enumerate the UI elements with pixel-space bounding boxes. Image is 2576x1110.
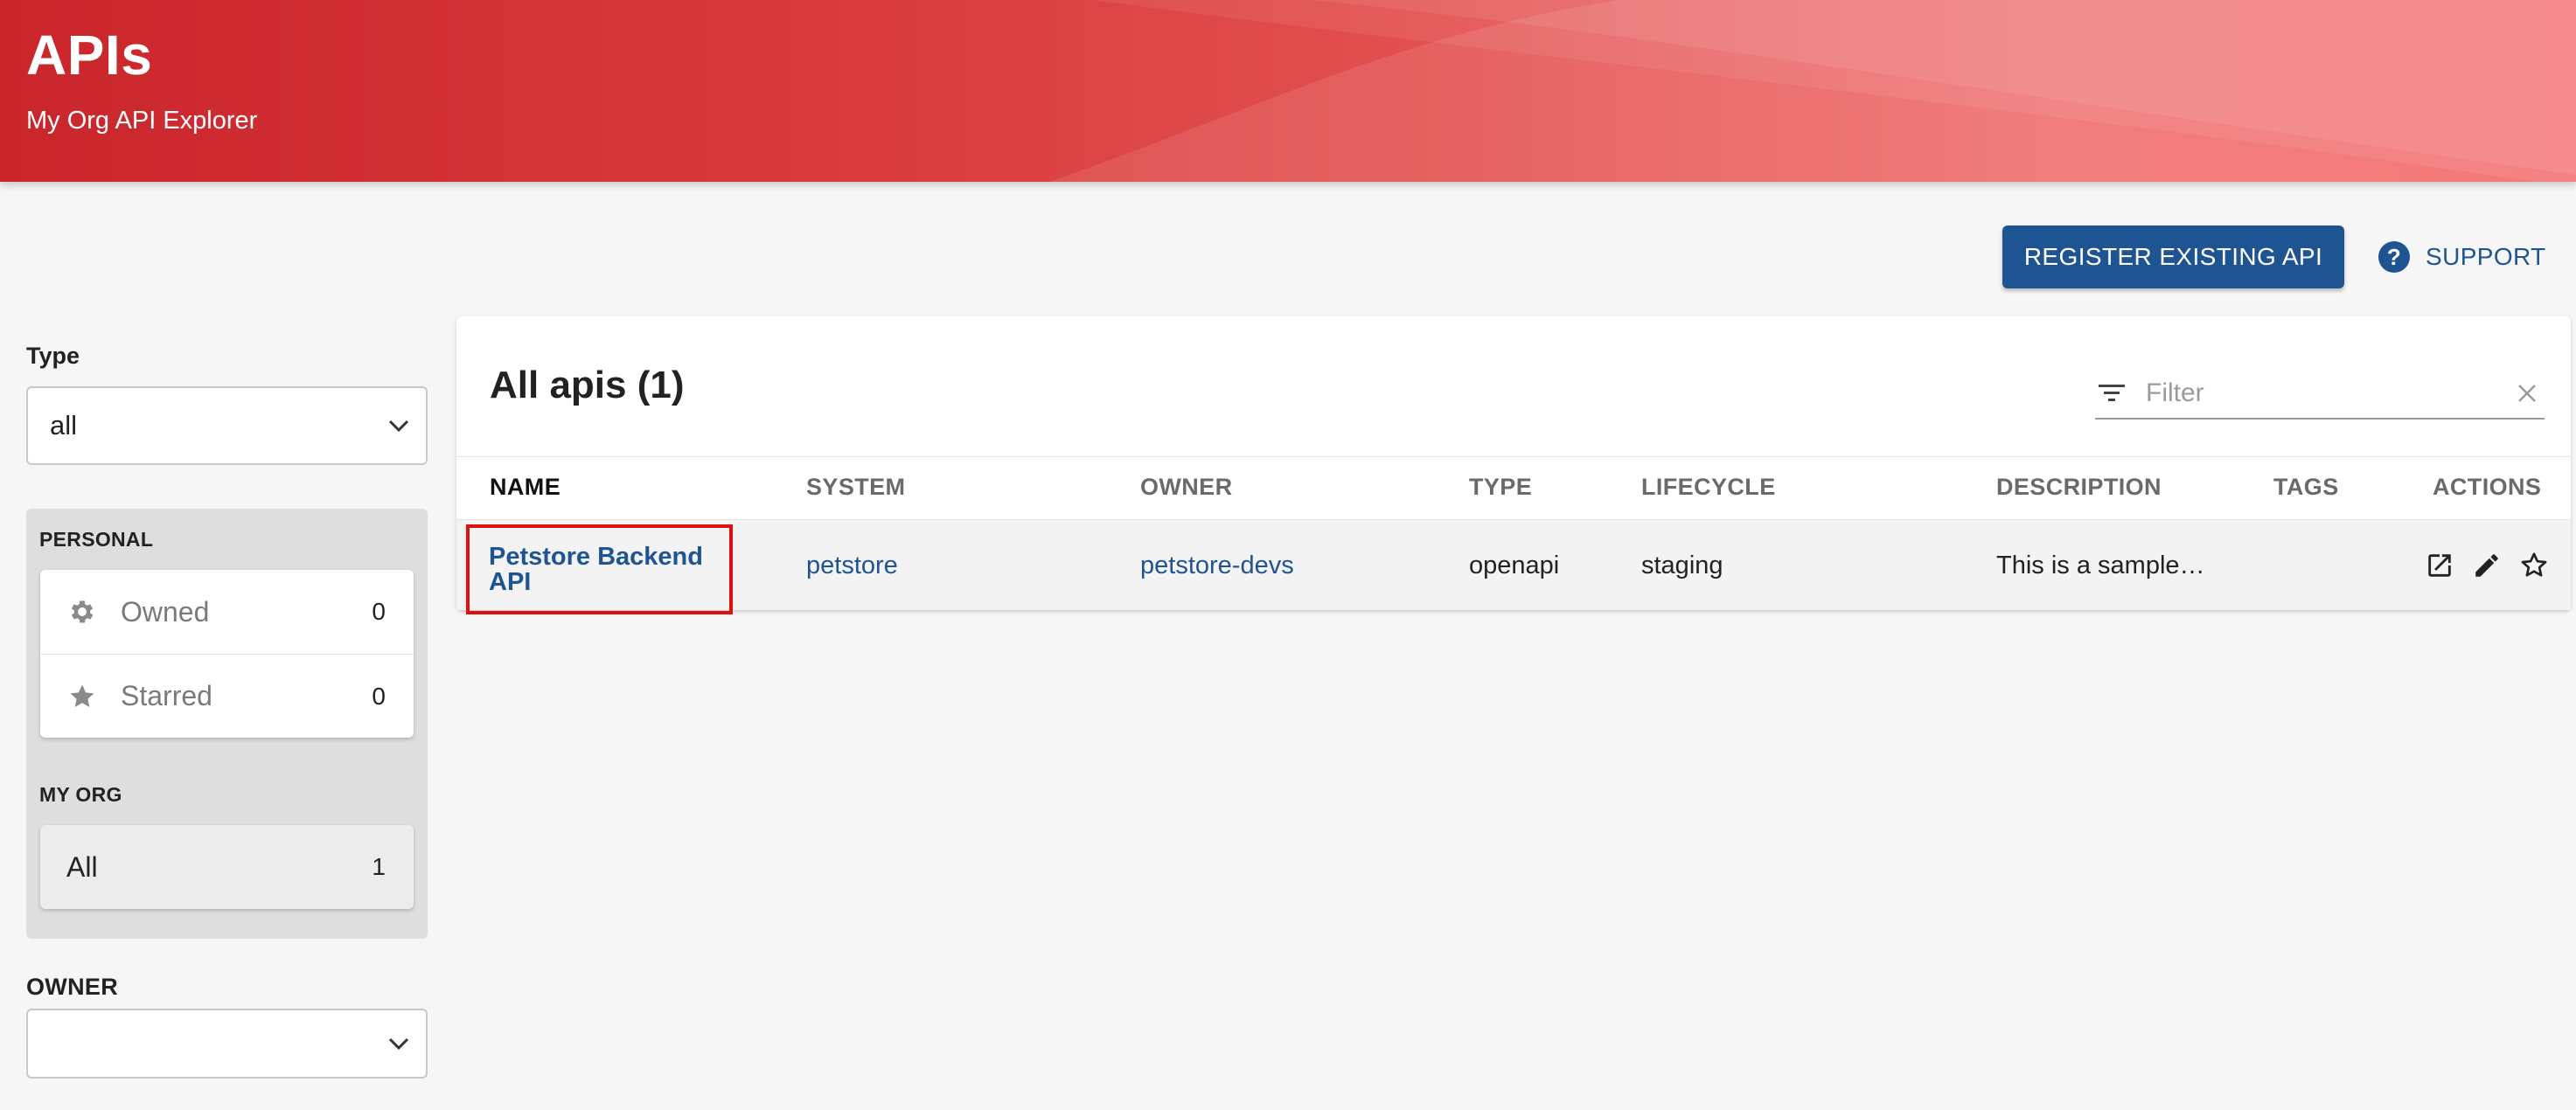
column-header-lifecycle[interactable]: LIFECYCLE [1641, 474, 1776, 501]
star-icon [66, 682, 98, 711]
chevron-down-icon [388, 420, 409, 433]
column-header-owner[interactable]: OWNER [1140, 474, 1233, 501]
owner-filter-label: OWNER [26, 974, 118, 1000]
column-header-actions: ACTIONS [2433, 474, 2542, 500]
type-select-value: all [50, 410, 78, 441]
column-header-description[interactable]: DESCRIPTION [1996, 474, 2162, 501]
table-title: All apis (1) [490, 364, 685, 406]
header-wave-decoration [1049, 0, 2576, 182]
page-header: APIs My Org API Explorer [0, 0, 2576, 182]
type-filter-label: Type [26, 343, 80, 369]
star-outline-icon[interactable] [2518, 550, 2550, 581]
filter-input[interactable] [2146, 378, 2510, 408]
row-actions [2424, 520, 2550, 611]
header-divider [456, 456, 2571, 457]
filter-owned-count: 0 [372, 598, 386, 625]
api-description: This is a sample… [1996, 551, 2205, 579]
filter-starred[interactable]: Starred 0 [40, 654, 414, 738]
gear-icon [66, 597, 98, 627]
column-header-type[interactable]: TYPE [1469, 474, 1532, 501]
page-title: APIs [26, 24, 153, 87]
filter-starred-label: Starred [121, 680, 212, 711]
api-name-link[interactable]: Petstore Backend API [466, 524, 733, 614]
api-owner-link[interactable]: petstore-devs [1140, 520, 1294, 611]
filter-starred-count: 0 [372, 682, 386, 710]
api-lifecycle: staging [1641, 551, 1723, 579]
filter-all-label: All [66, 850, 98, 883]
support-label: SUPPORT [2426, 243, 2546, 270]
filter-all[interactable]: All 1 [40, 825, 414, 909]
filter-owned[interactable]: Owned 0 [40, 570, 414, 654]
chevron-down-icon [388, 1037, 409, 1051]
table-filter [2095, 369, 2545, 420]
help-icon: ? [2378, 241, 2410, 273]
register-existing-api-button[interactable]: REGISTER EXISTING API [2002, 225, 2344, 288]
table-row: Petstore Backend API petstore petstore-d… [456, 519, 2571, 614]
open-external-icon[interactable] [2424, 550, 2455, 581]
api-system-link[interactable]: petstore [806, 520, 898, 611]
api-type: openapi [1469, 551, 1560, 579]
filter-icon [2095, 382, 2128, 405]
personal-card: Owned 0 Starred 0 [40, 570, 414, 738]
edit-icon[interactable] [2471, 550, 2503, 581]
personal-heading: PERSONAL [39, 528, 154, 551]
owner-select[interactable] [26, 1009, 428, 1079]
filter-all-count: 1 [372, 853, 386, 880]
column-header-tags[interactable]: TAGS [2273, 474, 2339, 501]
my-org-heading: MY ORG [39, 783, 122, 806]
column-header-name[interactable]: NAME [490, 474, 560, 501]
filter-owned-label: Owned [121, 595, 210, 628]
user-filter-panel: PERSONAL Owned 0 Starred 0 MY ORG All 1 [26, 509, 428, 939]
column-header-system[interactable]: SYSTEM [806, 474, 905, 501]
apis-table-card: All apis (1) NAME SYSTEM OWNER TYPE LIFE… [456, 316, 2571, 614]
support-button[interactable]: ? SUPPORT [2378, 229, 2546, 285]
page-subtitle: My Org API Explorer [26, 107, 258, 135]
type-select[interactable]: all [26, 386, 428, 465]
clear-filter-icon[interactable] [2510, 382, 2545, 405]
